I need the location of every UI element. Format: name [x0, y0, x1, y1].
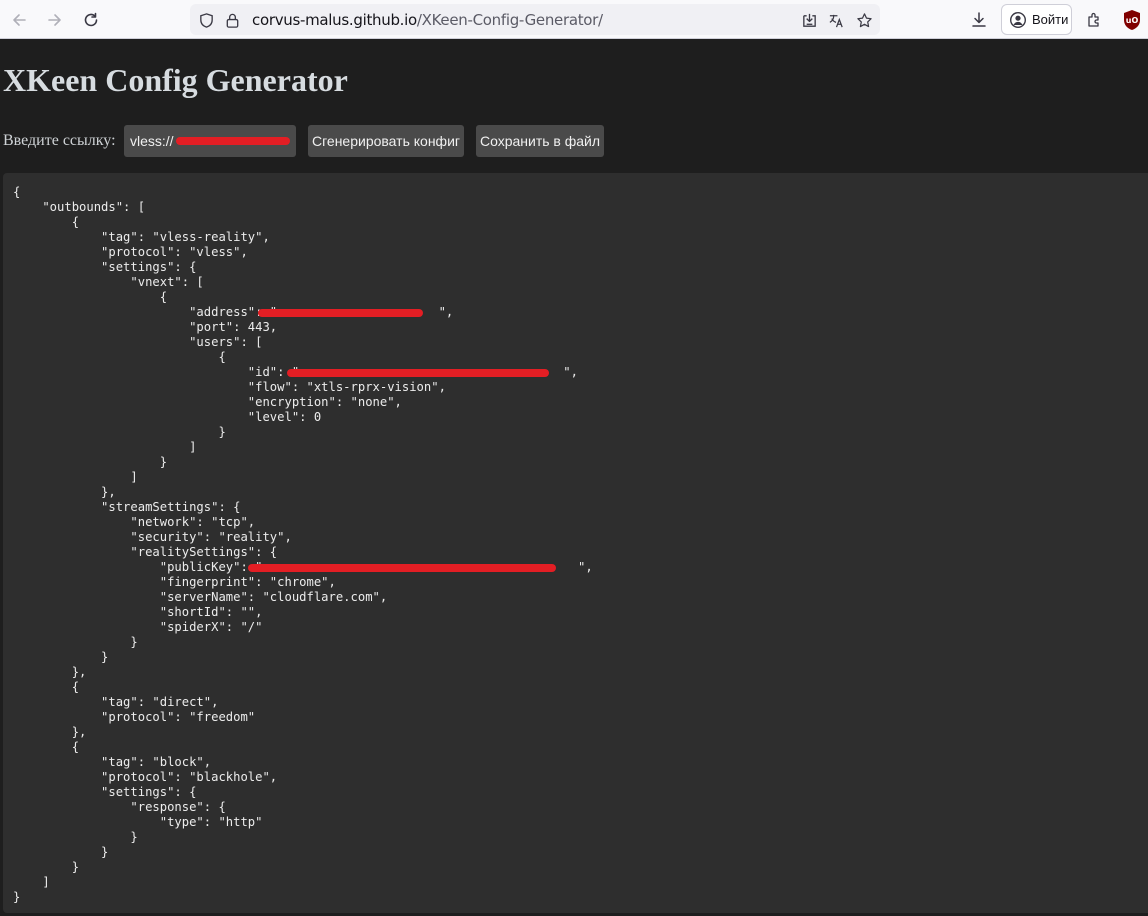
config-line: "flow": "xtls-rprx-vision", — [13, 380, 446, 394]
url-text[interactable]: corvus-malus.github.io/XKeen-Config-Gene… — [252, 11, 603, 29]
config-line: } — [13, 425, 226, 439]
config-line: { — [13, 350, 226, 364]
config-line: "port": 443, — [13, 320, 278, 334]
svg-text:uO: uO — [1126, 16, 1139, 25]
config-line: } — [13, 830, 138, 844]
translate-icon[interactable] — [826, 10, 846, 30]
config-line: { — [13, 740, 80, 754]
config-line: "settings": { — [13, 785, 197, 799]
account-icon — [1009, 11, 1027, 29]
config-line: { — [13, 215, 80, 229]
config-line: "protocol": "blackhole", — [13, 770, 278, 784]
sign-in-label: Войти — [1032, 12, 1069, 27]
config-line: "address": " ", — [13, 305, 454, 319]
config-line: "streamSettings": { — [13, 500, 241, 514]
generate-config-button[interactable]: Сгенерировать конфиг — [308, 125, 464, 157]
browser-toolbar: corvus-malus.github.io/XKeen-Config-Gene… — [0, 0, 1148, 39]
forward-arrow-icon[interactable] — [41, 6, 69, 34]
downloads-icon[interactable] — [965, 6, 993, 34]
url-host: corvus-malus.github.io — [252, 11, 417, 29]
config-line: { — [13, 680, 80, 694]
address-bar[interactable]: corvus-malus.github.io/XKeen-Config-Gene… — [190, 4, 880, 35]
redaction-bar — [258, 309, 423, 317]
config-line: "level": 0 — [13, 410, 322, 424]
config-line: "outbounds": [ — [13, 200, 146, 214]
config-line: "encryption": "none", — [13, 395, 402, 409]
config-line: "fingerprint": "chrome", — [13, 575, 336, 589]
config-line: "tag": "block", — [13, 755, 212, 769]
config-line: { — [13, 185, 21, 199]
config-line: "spiderX": "/" — [13, 620, 263, 634]
config-line: }, — [13, 665, 87, 679]
config-output-panel[interactable]: { "outbounds": [ { "tag": "vless-reality… — [3, 173, 1148, 913]
config-line: }, — [13, 485, 116, 499]
config-line: "protocol": "freedom" — [13, 710, 256, 724]
reload-icon[interactable] — [77, 6, 105, 34]
ublock-origin-icon[interactable]: uO — [1122, 9, 1142, 31]
url-path: /XKeen-Config-Generator/ — [416, 11, 603, 29]
redaction-bar — [287, 369, 549, 377]
config-line: "tag": "vless-reality", — [13, 230, 270, 244]
config-line: "id": " ", — [247, 365, 578, 379]
config-line: } — [13, 455, 168, 469]
config-line: ] — [13, 470, 138, 484]
config-line: "response": { — [13, 800, 226, 814]
config-line: "shortId": "", — [13, 605, 263, 619]
page-title: XKeen Config Generator — [3, 62, 348, 98]
config-line: } — [13, 635, 138, 649]
config-line: ] — [13, 875, 50, 889]
config-line: } — [13, 845, 109, 859]
config-line: "vnext": [ — [13, 275, 204, 289]
config-line: "tag": "direct", — [13, 695, 219, 709]
extensions-icon[interactable] — [1080, 6, 1108, 34]
link-value-prefix: vless:// — [130, 133, 174, 149]
back-arrow-icon[interactable] — [5, 6, 33, 34]
config-line: ] — [13, 440, 197, 454]
link-input[interactable]: vless:// — [124, 125, 296, 157]
config-line: "publicKey": " ", — [159, 560, 593, 574]
config-line: "security": "reality", — [13, 530, 292, 544]
config-line: }, — [13, 725, 87, 739]
config-line: } — [13, 890, 21, 904]
redaction-bar — [175, 137, 290, 145]
config-line: "realitySettings": { — [13, 545, 278, 559]
config-line: { — [13, 290, 168, 304]
config-code: { "outbounds": [ { "tag": "vless-reality… — [13, 185, 593, 905]
save-page-icon[interactable] — [799, 10, 819, 30]
bookmark-star-icon[interactable] — [854, 10, 874, 30]
link-label: Введите ссылку: — [3, 132, 116, 149]
config-line: "users": [ — [13, 335, 263, 349]
config-line: } — [13, 860, 80, 874]
config-line: "serverName": "cloudflare.com", — [13, 590, 388, 604]
config-line: "type": "http" — [13, 815, 263, 829]
config-line: } — [13, 650, 109, 664]
config-line: "network": "tcp", — [13, 515, 256, 529]
config-line: "protocol": "vless", — [13, 245, 248, 259]
lock-icon[interactable] — [222, 10, 242, 30]
save-to-file-button[interactable]: Сохранить в файл — [476, 125, 604, 157]
shield-icon[interactable] — [196, 10, 216, 30]
sign-in-button[interactable]: Войти — [1001, 4, 1072, 35]
config-line: "settings": { — [13, 260, 197, 274]
redaction-bar — [248, 564, 556, 572]
